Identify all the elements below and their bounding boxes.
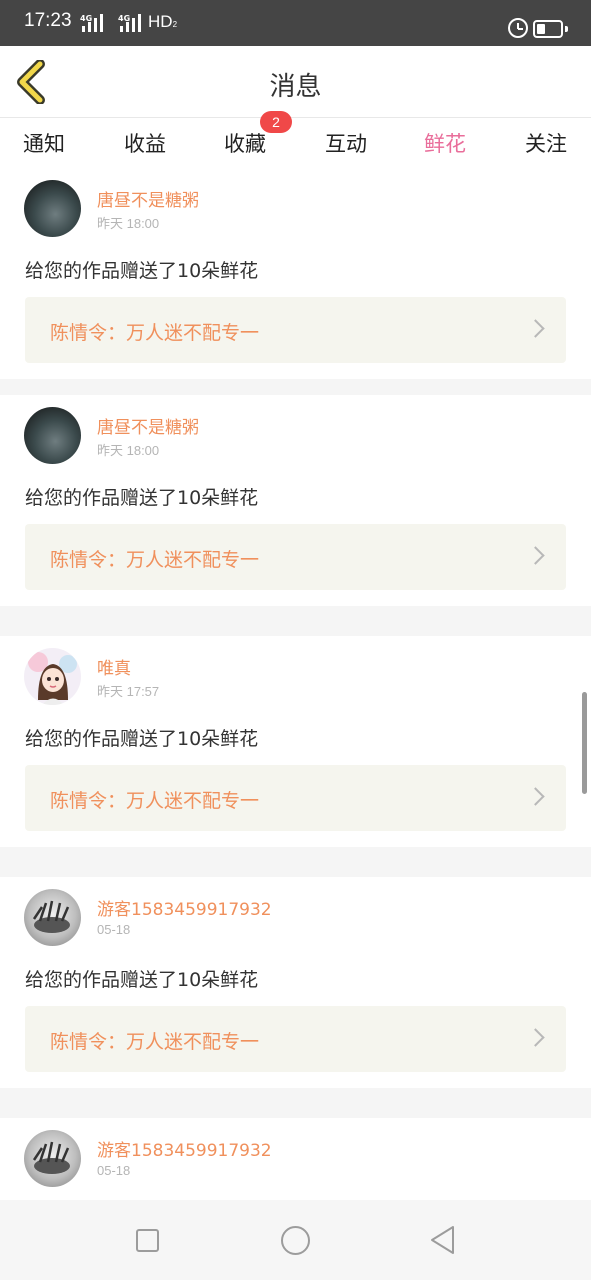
message-list[interactable]: 唐昼不是糖粥 昨天 18:00 给您的作品赠送了10朵鲜花 陈情令：万人迷不配专… <box>0 168 591 1200</box>
sender-name[interactable]: 游客1583459917932 <box>97 1136 272 1161</box>
recents-button[interactable] <box>136 1229 159 1252</box>
scrollbar[interactable] <box>582 692 587 794</box>
sketch-avatar-icon <box>32 900 70 933</box>
sender-name[interactable]: 唯真 <box>97 654 131 679</box>
chevron-right-icon <box>526 787 545 806</box>
avatar[interactable] <box>24 1130 81 1187</box>
triangle-back-icon <box>431 1226 454 1254</box>
avatar[interactable] <box>24 407 81 464</box>
status-time: 17:23 <box>24 10 72 31</box>
tab-bar: 通知 收益 收藏 互动 鲜花 关注 <box>0 118 591 174</box>
avatar[interactable] <box>24 648 81 705</box>
work-link[interactable]: 陈情令：万人迷不配专一 <box>25 524 566 590</box>
tab-flowers[interactable]: 鲜花 <box>410 128 480 174</box>
tab-notifications[interactable]: 通知 <box>9 128 79 158</box>
avatar[interactable] <box>24 889 81 946</box>
work-link[interactable]: 陈情令：万人迷不配专一 <box>25 297 566 363</box>
work-title: 陈情令：万人迷不配专一 <box>50 1031 260 1053</box>
avatar[interactable] <box>24 180 81 237</box>
page-title: 消息 <box>269 72 322 102</box>
sender-name[interactable]: 唐昼不是糖粥 <box>97 186 199 211</box>
signal-icon: 4G <box>80 14 106 34</box>
tab-following[interactable]: 关注 <box>511 128 581 158</box>
message-date: 05-18 <box>97 922 131 937</box>
work-title: 陈情令：万人迷不配专一 <box>50 322 260 344</box>
message-card: 游客1583459917932 05-18 <box>0 1118 591 1200</box>
message-card: 唐昼不是糖粥 昨天 18:00 给您的作品赠送了10朵鲜花 陈情令：万人迷不配专… <box>0 168 591 379</box>
work-title: 陈情令：万人迷不配专一 <box>50 549 260 571</box>
system-nav-bar <box>0 1200 591 1280</box>
chevron-right-icon <box>526 546 545 565</box>
message-card: 游客1583459917932 05-18 给您的作品赠送了10朵鲜花 陈情令：… <box>0 877 591 1088</box>
chevron-right-icon <box>526 319 545 338</box>
message-card: 唐昼不是糖粥 昨天 18:00 给您的作品赠送了10朵鲜花 陈情令：万人迷不配专… <box>0 395 591 606</box>
work-link[interactable]: 陈情令：万人迷不配专一 <box>25 765 566 831</box>
message-date: 昨天 18:00 <box>97 216 160 231</box>
battery-icon <box>533 20 568 38</box>
message-date: 昨天 17:57 <box>97 684 160 699</box>
sketch-avatar-icon <box>32 1141 70 1174</box>
tab-interactions[interactable]: 互动 <box>311 128 381 158</box>
alarm-icon <box>508 18 528 38</box>
message-text: 给您的作品赠送了10朵鲜花 <box>25 969 259 991</box>
message-date: 05-18 <box>97 1163 131 1178</box>
message-date: 昨天 18:00 <box>97 443 160 458</box>
header: 消息 <box>0 46 591 118</box>
signal-icon: 4G <box>118 14 146 34</box>
status-bar: 17:23 4G 4G HD2 <box>0 0 591 46</box>
tab-earnings[interactable]: 收益 <box>110 128 180 158</box>
message-text: 给您的作品赠送了10朵鲜花 <box>25 728 259 750</box>
sender-name[interactable]: 唐昼不是糖粥 <box>97 413 199 438</box>
system-back-button[interactable] <box>428 1224 458 1256</box>
chevron-right-icon <box>526 1028 545 1047</box>
work-title: 陈情令：万人迷不配专一 <box>50 790 260 812</box>
home-button[interactable] <box>281 1226 310 1255</box>
sender-name[interactable]: 游客1583459917932 <box>97 895 272 920</box>
favorites-badge: 2 <box>260 111 292 133</box>
message-text: 给您的作品赠送了10朵鲜花 <box>25 260 259 282</box>
hd-indicator: HD2 <box>148 12 178 31</box>
message-text: 给您的作品赠送了10朵鲜花 <box>25 487 259 509</box>
work-link[interactable]: 陈情令：万人迷不配专一 <box>25 1006 566 1072</box>
girl-avatar-icon <box>28 652 77 705</box>
message-card: 唯真 昨天 17:57 给您的作品赠送了10朵鲜花 陈情令：万人迷不配专一 <box>0 636 591 847</box>
